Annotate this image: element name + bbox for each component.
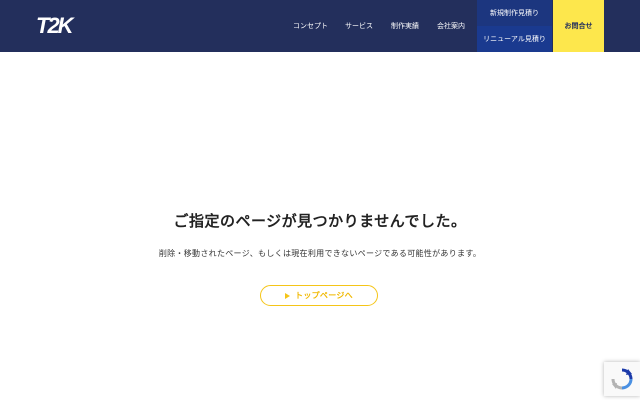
nav-item-service[interactable]: サービス — [345, 0, 373, 52]
site-logo[interactable]: T2K — [36, 14, 74, 38]
recaptcha-icon — [611, 368, 633, 390]
site-header: T2K コンセプト サービス 制作実績 会社案内 新規制作見積り リニューアル見… — [0, 0, 640, 52]
top-page-button-label: トップページへ — [295, 291, 353, 300]
nav-item-concept[interactable]: コンセプト — [293, 0, 328, 52]
nav-item-works[interactable]: 制作実績 — [391, 0, 419, 52]
top-page-button[interactable]: トップページへ — [260, 285, 378, 306]
estimate-buttons: 新規制作見積り リニューアル見積り — [477, 0, 552, 52]
play-triangle-icon — [285, 292, 291, 299]
nav-item-company[interactable]: 会社案内 — [437, 0, 465, 52]
new-estimate-button[interactable]: 新規制作見積り — [477, 0, 552, 26]
renewal-estimate-button[interactable]: リニューアル見積り — [477, 26, 552, 52]
recaptcha-badge[interactable] — [604, 362, 640, 396]
error-message: 削除・移動されたページ、もしくは現在利用できないページである可能性があります。 — [158, 249, 482, 258]
contact-button[interactable]: お問合せ — [553, 0, 604, 52]
page-title: ご指定のページが見つかりませんでした。 — [173, 212, 467, 230]
